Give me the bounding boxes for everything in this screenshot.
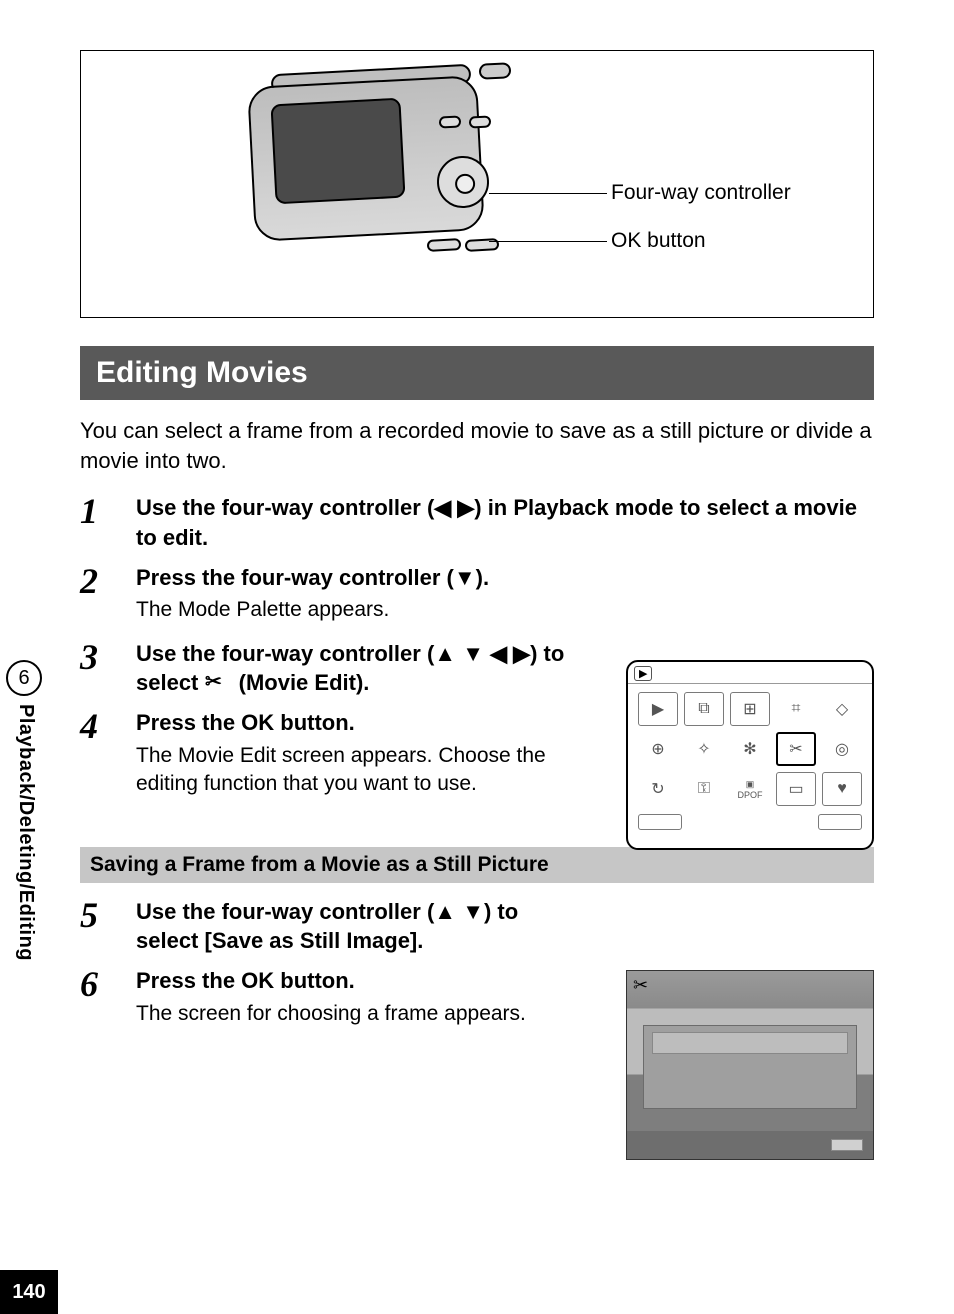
palette-cell: ⊕ (638, 732, 678, 766)
palette-cell-selected: ✂ (776, 732, 816, 766)
down-arrow-icon: ▼ (462, 899, 484, 924)
palette-cell: ⊞ (730, 692, 770, 726)
page-number: 140 (0, 1270, 58, 1314)
step-number: 3 (80, 637, 98, 677)
label-ok: OK button (611, 229, 706, 253)
chapter-label: Playback/Deleting/Editing (14, 704, 37, 961)
step-5: 5 Use the four-way controller (▲ ▼) to s… (80, 897, 874, 960)
palette-cell: ◎ (822, 732, 862, 766)
step-number: 6 (80, 964, 98, 1004)
step-title: Use the four-way controller (▲ ▼) to sel… (136, 897, 566, 956)
softkey-icon (831, 1139, 863, 1151)
camera-illustration (241, 61, 501, 261)
side-tab: 6 Playback/Deleting/Editing (0, 660, 46, 961)
down-arrow-icon: ▼ (462, 641, 484, 666)
palette-softkey (638, 814, 682, 830)
palette-cell: ↻ (638, 772, 678, 806)
palette-cell: ♥ (822, 772, 862, 806)
step-2: 2 Press the four-way controller (▼). The… (80, 563, 874, 633)
up-arrow-icon: ▲ (434, 641, 456, 666)
step-title: Press the four-way controller (▼). (136, 563, 874, 593)
scissors-icon: ✂ (205, 671, 233, 693)
dialog-box (643, 1025, 857, 1109)
right-arrow-icon: ▶ (457, 495, 474, 520)
left-arrow-icon: ◀ (434, 495, 451, 520)
label-fourway: Four-way controller (611, 181, 791, 205)
step-number: 5 (80, 895, 98, 935)
scissors-icon: ✂ (633, 975, 648, 996)
manual-page: Four-way controller OK button Editing Mo… (0, 0, 954, 1314)
camera-figure: Four-way controller OK button (80, 50, 874, 318)
leader-line (489, 193, 607, 194)
step-number: 1 (80, 491, 98, 531)
step-title: Press the OK button. (136, 708, 566, 738)
intro-text: You can select a frame from a recorded m… (80, 416, 874, 475)
palette-cell: ✧ (684, 732, 724, 766)
right-arrow-icon: ▶ (513, 641, 530, 666)
palette-cell: ⚿ (684, 772, 724, 806)
step-1: 1 Use the four-way controller (◀ ▶) in P… (80, 493, 874, 556)
palette-cell: ▣DPOF (730, 772, 770, 806)
palette-cell: ▶ (638, 692, 678, 726)
palette-cell: ✻ (730, 732, 770, 766)
movie-edit-screenshot: ✂ (626, 970, 874, 1160)
dialog-option (652, 1032, 848, 1054)
step-title: Press the OK button. (136, 966, 566, 996)
down-arrow-icon: ▼ (454, 565, 476, 590)
step-number: 4 (80, 706, 98, 746)
section-title: Editing Movies (80, 346, 874, 400)
step-title: Use the four-way controller (◀ ▶) in Pla… (136, 493, 874, 552)
subheading: Saving a Frame from a Movie as a Still P… (80, 847, 874, 883)
palette-cell: ◇ (822, 692, 862, 726)
mode-palette-thumbnail: ▶ ▶ ⧉ ⊞ ⌗ ◇ ⊕ ✧ ✻ ✂ ◎ ↻ ⚿ ▣DPOF ▭ ♥ (626, 660, 874, 850)
step-text: The Movie Edit screen appears. Choose th… (136, 742, 566, 799)
palette-cell: ⌗ (776, 692, 816, 726)
svg-text:✂: ✂ (205, 671, 222, 693)
palette-cell: ▭ (776, 772, 816, 806)
step-number: 2 (80, 561, 98, 601)
step-text: The Mode Palette appears. (136, 596, 874, 624)
chapter-badge: 6 (6, 660, 42, 696)
up-arrow-icon: ▲ (434, 899, 456, 924)
step-text: The screen for choosing a frame appears. (136, 1000, 566, 1028)
leader-line (489, 241, 607, 242)
left-arrow-icon: ◀ (490, 641, 507, 666)
step-title: Use the four-way controller (▲ ▼ ◀ ▶) to… (136, 639, 566, 698)
palette-softkey (818, 814, 862, 830)
playback-icon: ▶ (634, 666, 652, 681)
palette-cell: ⧉ (684, 692, 724, 726)
